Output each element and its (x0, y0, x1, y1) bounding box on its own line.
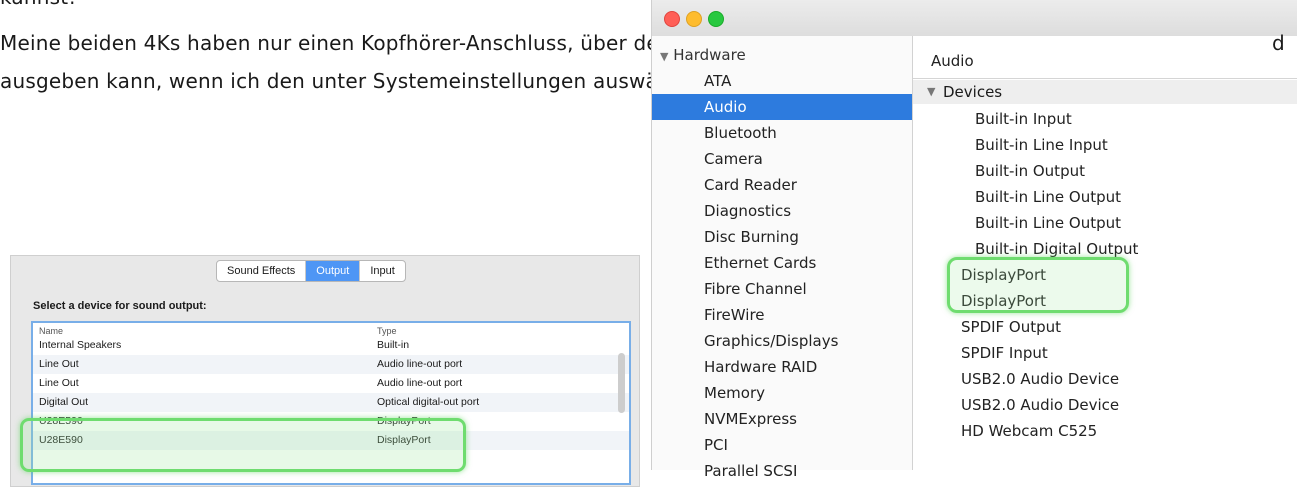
device-type: Audio line-out port (377, 377, 463, 389)
select-device-label: Select a device for sound output: (33, 300, 207, 312)
sidebar-item-fibre-channel[interactable]: Fibre Channel (652, 276, 912, 302)
sidebar-item-parallel-scsi[interactable]: Parallel SCSI (652, 458, 912, 484)
disclosure-triangle-icon[interactable]: ▼ (660, 50, 668, 63)
device-type: Built-in (377, 339, 410, 351)
detail-pane: Audio ▼ Devices Built-in Input Built-in … (913, 36, 1297, 470)
page-text-line-2: ausgeben kann, wenn ich den unter System… (0, 69, 696, 93)
tab-input[interactable]: Input (360, 261, 404, 281)
device-item[interactable]: SPDIF Input (961, 340, 1048, 366)
table-row[interactable]: Line Out Audio line-out port (33, 374, 629, 393)
system-information-window: ▼ Hardware ATA Audio Bluetooth Camera Ca… (651, 0, 1297, 480)
column-header-name[interactable]: Name (39, 326, 63, 336)
sidebar-item-memory[interactable]: Memory (652, 380, 912, 406)
device-name: Line Out (39, 377, 79, 389)
tab-sound-effects[interactable]: Sound Effects (217, 261, 307, 281)
sound-tab-control: Sound Effects Output Input (216, 260, 406, 282)
device-item[interactable]: SPDIF Output (961, 314, 1061, 340)
device-name: Internal Speakers (39, 339, 122, 351)
zoom-button[interactable] (708, 11, 724, 27)
detail-title: Audio (931, 52, 974, 70)
table-row[interactable]: U28E590 DisplayPort (33, 431, 629, 450)
sidebar-section-hardware[interactable]: ▼ Hardware (660, 46, 746, 64)
close-button[interactable] (664, 11, 680, 27)
page-text-line-1-tail: d (1272, 31, 1285, 55)
table-row[interactable]: Internal Speakers Built-in (33, 336, 629, 355)
device-type: DisplayPort (377, 415, 431, 427)
output-device-table[interactable]: Name Type Internal Speakers Built-in Lin… (31, 321, 631, 485)
device-item[interactable]: Built-in Line Output (975, 210, 1121, 236)
sidebar-section-label: Hardware (673, 46, 746, 64)
sidebar-item-pci[interactable]: PCI (652, 432, 912, 458)
device-item[interactable]: USB2.0 Audio Device (961, 392, 1119, 418)
device-item[interactable]: DisplayPort (961, 262, 1046, 288)
sidebar-item-ata[interactable]: ATA (652, 68, 912, 94)
device-name: Line Out (39, 358, 79, 370)
sidebar-item-hardware-raid[interactable]: Hardware RAID (652, 354, 912, 380)
sidebar-item-card-reader[interactable]: Card Reader (652, 172, 912, 198)
device-item[interactable]: DisplayPort (961, 288, 1046, 314)
device-item[interactable]: HD Webcam C525 (961, 418, 1097, 444)
device-name: U28E590 (39, 415, 83, 427)
sidebar-item-camera[interactable]: Camera (652, 146, 912, 172)
window-titlebar (652, 0, 1297, 37)
device-item[interactable]: Built-in Line Output (975, 184, 1121, 210)
sidebar-item-graphics-displays[interactable]: Graphics/Displays (652, 328, 912, 354)
tab-output[interactable]: Output (306, 261, 361, 281)
table-row[interactable]: U28E590 DisplayPort (33, 412, 629, 431)
sidebar-item-diagnostics[interactable]: Diagnostics (652, 198, 912, 224)
table-scrollbar[interactable] (618, 353, 625, 413)
sidebar-item-disc-burning[interactable]: Disc Burning (652, 224, 912, 250)
device-item[interactable]: Built-in Output (975, 158, 1085, 184)
sidebar-item-bluetooth[interactable]: Bluetooth (652, 120, 912, 146)
sound-preferences-window: Sound Effects Output Input Select a devi… (10, 255, 640, 487)
device-name: U28E590 (39, 434, 83, 446)
device-type: DisplayPort (377, 434, 431, 446)
devices-group-header[interactable]: ▼ Devices (913, 80, 1297, 104)
device-type: Audio line-out port (377, 358, 463, 370)
devices-group-label: Devices (943, 83, 1003, 101)
table-row[interactable]: Digital Out Optical digital-out port (33, 393, 629, 412)
disclosure-triangle-icon[interactable]: ▼ (927, 80, 935, 104)
page-text-line-0: kannst! (0, 0, 77, 10)
divider (913, 78, 1297, 79)
device-item[interactable]: Built-in Input (975, 106, 1072, 132)
sidebar-item-firewire[interactable]: FireWire (652, 302, 912, 328)
device-item[interactable]: Built-in Line Input (975, 132, 1108, 158)
device-item[interactable]: Built-in Digital Output (975, 236, 1138, 262)
device-item[interactable]: USB2.0 Audio Device (961, 366, 1119, 392)
sidebar-item-audio[interactable]: Audio (652, 94, 912, 120)
sidebar-item-ethernet-cards[interactable]: Ethernet Cards (652, 250, 912, 276)
column-header-type[interactable]: Type (377, 326, 397, 336)
table-row[interactable]: Line Out Audio line-out port (33, 355, 629, 374)
device-name: Digital Out (39, 396, 89, 408)
device-type: Optical digital-out port (377, 396, 480, 408)
sidebar: ▼ Hardware ATA Audio Bluetooth Camera Ca… (652, 36, 913, 480)
sidebar-item-nvmexpress[interactable]: NVMExpress (652, 406, 912, 432)
minimize-button[interactable] (686, 11, 702, 27)
